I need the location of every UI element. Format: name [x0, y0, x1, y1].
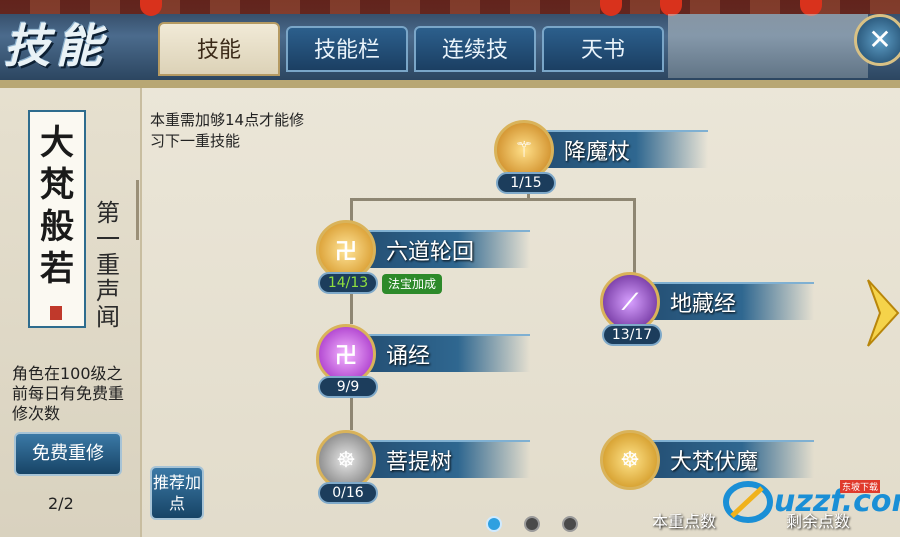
panel-frame	[0, 80, 900, 88]
skill-name: 六道轮回	[386, 240, 475, 265]
tab-skills[interactable]: 技能	[158, 22, 280, 76]
skill-node-xiangmozhang[interactable]: ⚚ 降魔杖 1/15	[494, 120, 708, 200]
tab-combo-skills[interactable]: 连续技	[414, 26, 536, 72]
seal-stamp	[50, 306, 62, 320]
skill-level: 0/16	[318, 482, 378, 504]
purple-slash-icon: ⟋	[600, 272, 660, 332]
stage-label: 第一重声闻	[96, 199, 120, 331]
skill-level: 13/17	[602, 324, 662, 346]
watermark-logo-icon	[723, 481, 773, 523]
tab-skill-bar[interactable]: 技能栏	[286, 26, 408, 72]
close-button[interactable]: ✕	[854, 14, 900, 66]
skill-name: 大梵伏魔	[670, 450, 759, 475]
skill-node-dizangjing[interactable]: ⟋ 地藏经 13/17	[600, 272, 814, 352]
skill-name-bar	[350, 334, 530, 372]
scroll-title: 大梵般若	[40, 123, 74, 289]
skill-name: 降魔杖	[564, 140, 631, 165]
page-dot-3[interactable]	[562, 516, 578, 532]
skill-level: 9/9	[318, 376, 378, 398]
sidebar-divider	[136, 180, 139, 240]
skill-node-liudaolunhui[interactable]: 卍 六道轮回 14/13 法宝加成	[316, 220, 530, 300]
skill-name: 地藏经	[670, 292, 737, 317]
swastika-icon: 卍	[316, 324, 376, 384]
skill-node-songjing[interactable]: 卍 诵经 9/9	[316, 324, 530, 404]
skill-tree-scroll: 大梵般若	[28, 110, 86, 328]
tab-heavenly-book[interactable]: 天书	[542, 26, 664, 72]
tree-connector	[633, 198, 636, 278]
skill-level: 14/13	[318, 272, 378, 294]
watermark-text: uzzf.com	[774, 484, 900, 519]
free-reset-note: 角色在100级之前每日有免费重修次数	[12, 364, 125, 423]
staff-icon: ⚚	[494, 120, 554, 180]
skill-level: 1/15	[496, 172, 556, 194]
recommend-points-button[interactable]: 推荐加点	[150, 466, 204, 520]
treasure-bonus-badge: 法宝加成	[382, 274, 443, 294]
page-dot-1[interactable]	[486, 516, 502, 532]
current-points-label: 本重点数	[652, 512, 717, 531]
close-icon: ✕	[868, 23, 892, 56]
skill-node-putishu[interactable]: ☸ 菩提树 0/16	[316, 430, 530, 510]
window-title: 技能	[4, 19, 108, 73]
next-page-arrow-icon[interactable]	[866, 278, 900, 348]
watermark-subtext: 东坡下载	[840, 480, 881, 493]
free-reset-count: 2/2	[48, 494, 74, 513]
free-reset-button[interactable]: 免费重修	[14, 432, 122, 476]
scenery-decoration	[668, 14, 868, 78]
site-watermark: uzzf.com 东坡下载	[722, 476, 900, 526]
buddha-grey-icon: ☸	[316, 430, 376, 490]
page-dot-2[interactable]	[524, 516, 540, 532]
buddha-gold-icon: ☸	[600, 430, 660, 490]
skill-name: 诵经	[386, 344, 431, 369]
skill-name: 菩提树	[386, 450, 453, 475]
requirement-text: 本重需加够14点才能修习下一重技能	[150, 111, 305, 150]
swastika-wheel-icon: 卍	[316, 220, 376, 280]
